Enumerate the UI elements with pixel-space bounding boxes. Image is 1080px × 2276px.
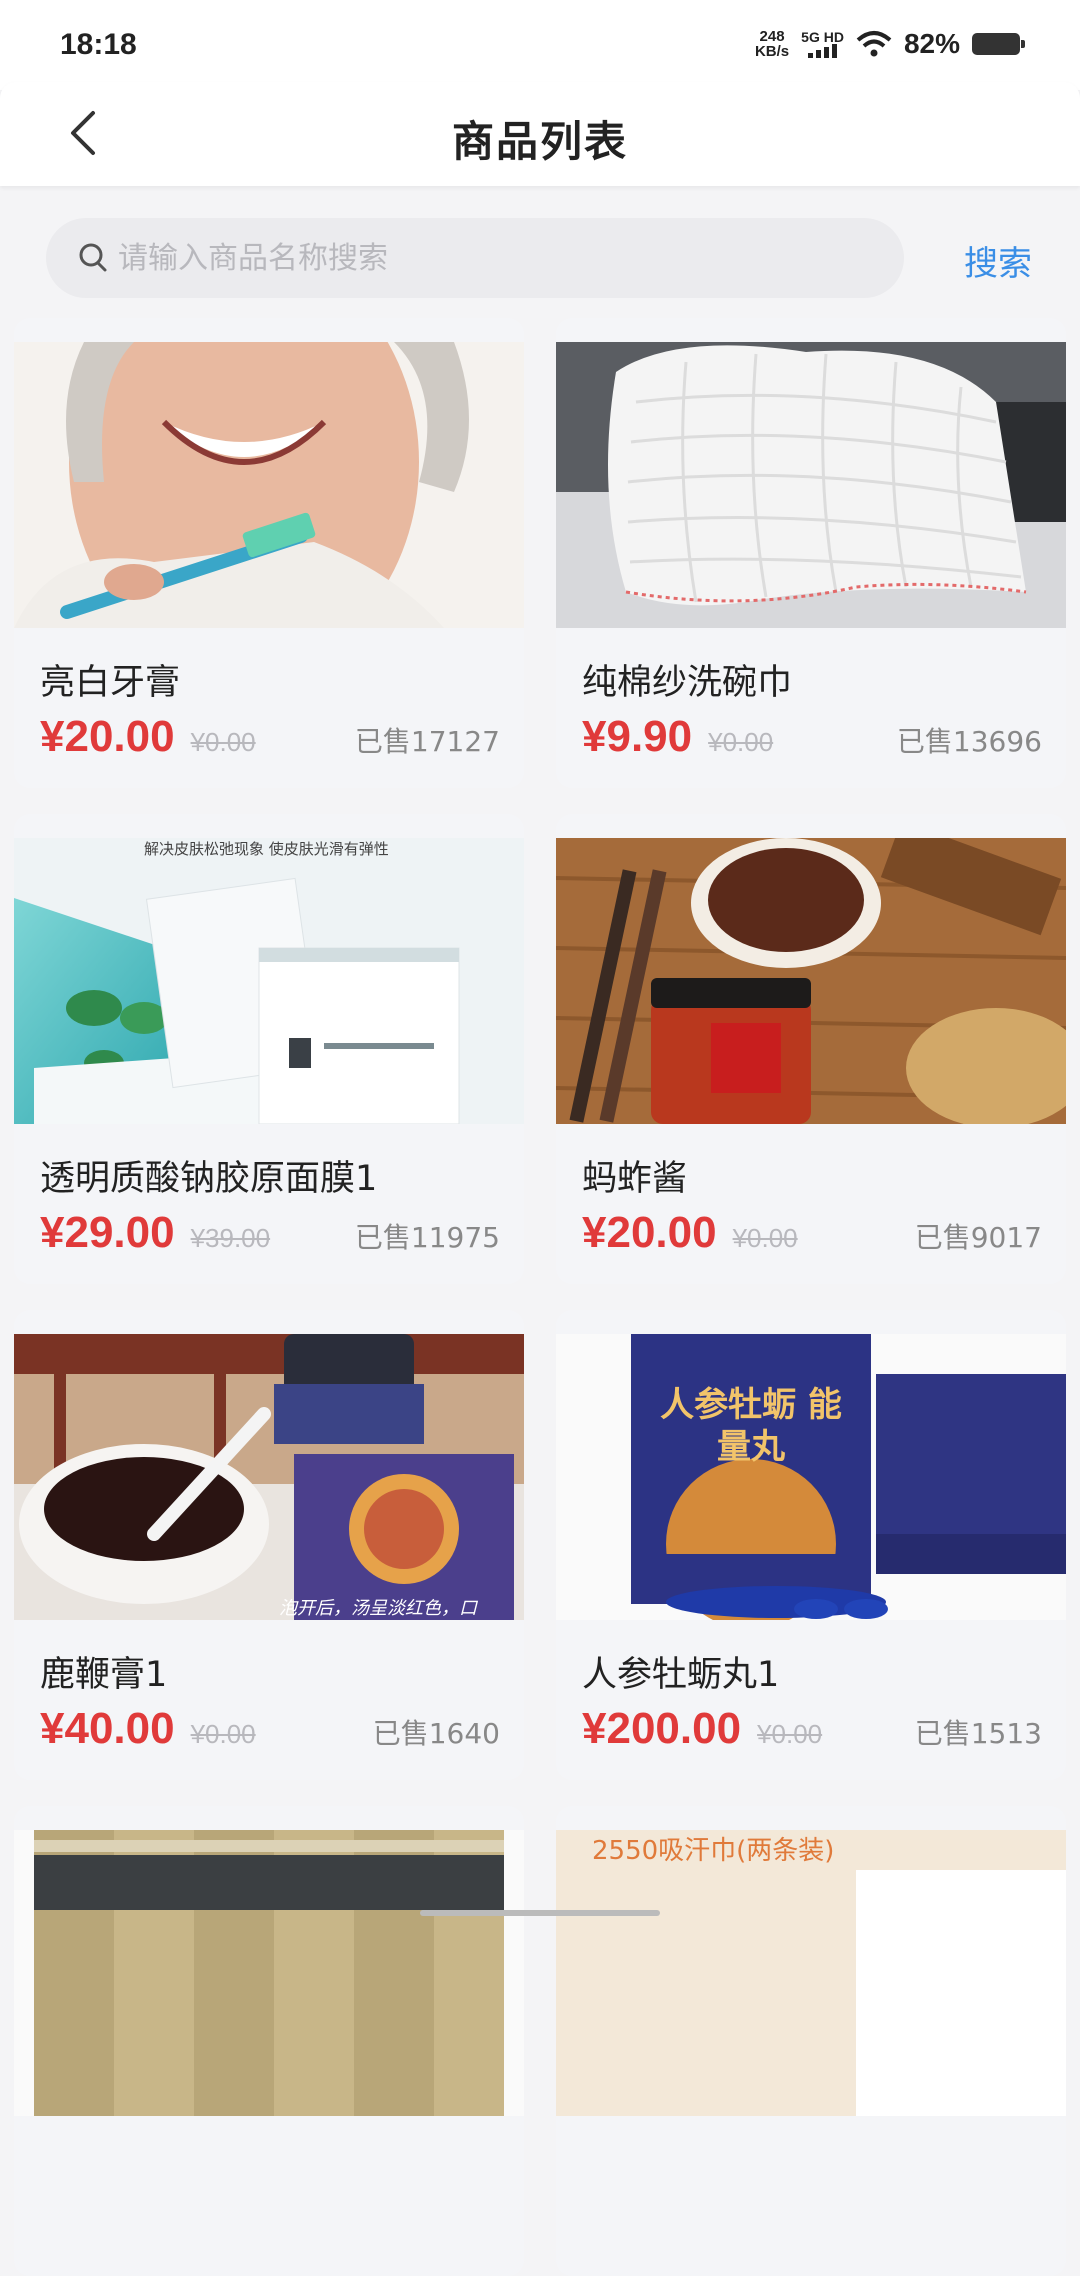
original-price: ¥0.00 bbox=[190, 727, 256, 757]
image-caption: 2550吸汗巾(两条装) bbox=[592, 1836, 835, 1866]
product-image-incense bbox=[14, 1830, 524, 2116]
battery-icon bbox=[972, 33, 1025, 55]
product-image-sweat-towel: 2550吸汗巾(两条装) bbox=[556, 1830, 1066, 2116]
network-speed-value: 248 bbox=[759, 28, 785, 45]
search-button[interactable]: 搜索 bbox=[964, 236, 1032, 285]
product-grid: 亮白牙膏 ¥20.00 ¥0.00 已售17127 纯棉纱洗碗巾 ¥9.90 ¥… bbox=[14, 318, 1066, 2276]
search-icon bbox=[79, 243, 107, 272]
price-row: ¥40.00 ¥0.00 已售1640 bbox=[40, 1704, 500, 1754]
product-price: ¥20.00 bbox=[40, 712, 175, 761]
price-row: ¥20.00 ¥0.00 已售17127 bbox=[40, 712, 500, 762]
image-caption: 解决皮肤松弛现象 使皮肤光滑有弹性 bbox=[144, 840, 389, 858]
sold-count: 已售13696 bbox=[896, 725, 1042, 758]
original-price: ¥0.00 bbox=[708, 727, 774, 757]
price-row: ¥20.00 ¥0.00 已售9017 bbox=[582, 1208, 1042, 1258]
product-name: 纯棉纱洗碗巾 bbox=[582, 663, 793, 700]
sold-count: 已售1640 bbox=[372, 1717, 500, 1750]
product-card[interactable]: 泡开后，汤呈淡红色，口 鹿鞭膏1 ¥40.00 ¥0.00 已售1640 bbox=[14, 1310, 524, 1780]
nav-bar: 商品列表 bbox=[0, 82, 1080, 186]
original-price: ¥0.00 bbox=[757, 1719, 823, 1749]
product-name: 亮白牙膏 bbox=[40, 663, 181, 700]
product-price: ¥200.00 bbox=[582, 1704, 742, 1753]
product-image-dish-towel bbox=[556, 342, 1066, 628]
product-card[interactable]: 2550吸汗巾(两条装) bbox=[556, 1806, 1066, 2276]
product-price: ¥9.90 bbox=[582, 712, 693, 761]
wifi-icon bbox=[856, 31, 892, 57]
network-type: 5G HD bbox=[801, 29, 844, 45]
image-caption: 人参牡蛎 能量丸 bbox=[660, 1385, 842, 1467]
product-name: 鹿鞭膏1 bbox=[40, 1655, 168, 1692]
original-price: ¥39.00 bbox=[190, 1223, 271, 1253]
search-row: 搜索 bbox=[0, 186, 1080, 316]
product-card[interactable]: 亮白牙膏 ¥20.00 ¥0.00 已售17127 bbox=[14, 318, 524, 788]
sold-count: 已售9017 bbox=[914, 1221, 1042, 1254]
product-price: ¥40.00 bbox=[40, 1704, 175, 1753]
image-caption: 泡开后，汤呈淡红色，口 bbox=[279, 1598, 477, 1619]
product-image-ginseng-oyster: 人参牡蛎 能量丸 bbox=[556, 1334, 1066, 1620]
product-card[interactable] bbox=[14, 1806, 524, 2276]
price-row: ¥200.00 ¥0.00 已售1513 bbox=[582, 1704, 1042, 1754]
status-time: 18:18 bbox=[60, 28, 137, 61]
product-image-grasshopper-sauce bbox=[556, 838, 1066, 1124]
search-input[interactable] bbox=[118, 240, 878, 276]
page-title: 商品列表 bbox=[451, 117, 628, 166]
sold-count: 已售1513 bbox=[914, 1717, 1042, 1750]
price-row: ¥9.90 ¥0.00 已售13696 bbox=[582, 712, 1042, 762]
product-image-deer-paste: 泡开后，汤呈淡红色，口 bbox=[14, 1334, 524, 1620]
signal-icon: 5G HD bbox=[801, 30, 844, 58]
product-card[interactable]: 解决皮肤松弛现象 使皮肤光滑有弹性 透明质酸钠胶原面膜1 ¥29.00 ¥39.… bbox=[14, 814, 524, 1284]
status-bar: 18:18 248 KB/s 5G HD 82% bbox=[0, 0, 1080, 90]
network-speed-unit: KB/s bbox=[754, 43, 790, 60]
product-name: 人参牡蛎丸1 bbox=[582, 1655, 780, 1692]
product-name: 透明质酸钠胶原面膜1 bbox=[40, 1159, 378, 1196]
original-price: ¥0.00 bbox=[732, 1223, 798, 1253]
price-row: ¥29.00 ¥39.00 已售11975 bbox=[40, 1208, 500, 1258]
network-speed: 248 KB/s bbox=[755, 29, 789, 59]
original-price: ¥0.00 bbox=[190, 1719, 256, 1749]
product-card[interactable]: 蚂蚱酱 ¥20.00 ¥0.00 已售9017 bbox=[556, 814, 1066, 1284]
battery-percent: 82% bbox=[903, 28, 960, 59]
product-image-toothpaste bbox=[14, 342, 524, 628]
product-name: 蚂蚱酱 bbox=[582, 1159, 688, 1196]
product-image-face-mask: 解决皮肤松弛现象 使皮肤光滑有弹性 bbox=[14, 838, 524, 1124]
product-price: ¥20.00 bbox=[582, 1208, 717, 1257]
sold-count: 已售11975 bbox=[354, 1221, 500, 1254]
product-price: ¥29.00 bbox=[40, 1208, 175, 1257]
home-indicator[interactable] bbox=[420, 1910, 660, 1916]
product-card[interactable]: 人参牡蛎 能量丸 人参牡蛎丸1 ¥200.00 ¥0.00 已售1513 bbox=[556, 1310, 1066, 1780]
search-box[interactable] bbox=[46, 218, 904, 298]
sold-count: 已售17127 bbox=[354, 725, 500, 758]
status-icons: 248 KB/s 5G HD 82% bbox=[755, 28, 1025, 60]
product-card[interactable]: 纯棉纱洗碗巾 ¥9.90 ¥0.00 已售13696 bbox=[556, 318, 1066, 788]
